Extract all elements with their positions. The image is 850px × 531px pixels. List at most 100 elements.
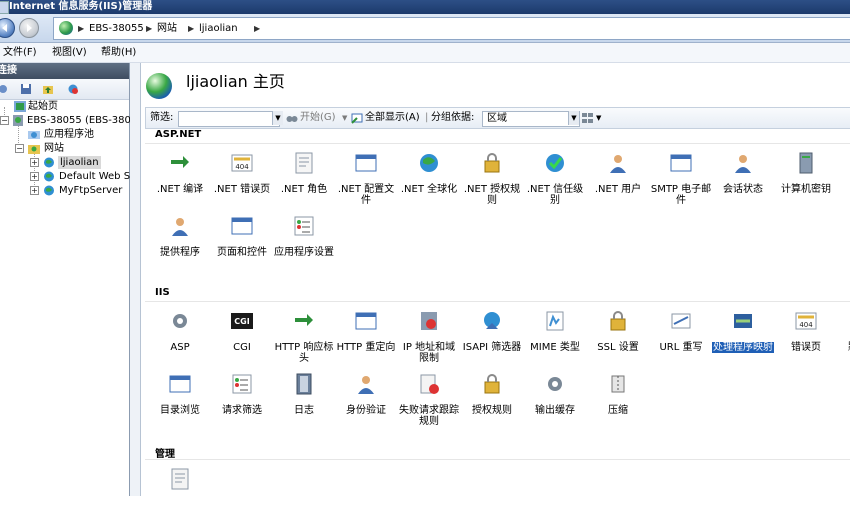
tree-item-ljiaolian[interactable]: + ljiaolian (0, 156, 129, 169)
feature-item[interactable]: .NET 授权规则 (461, 151, 523, 215)
filter-input[interactable] (178, 111, 280, 127)
feature-item[interactable]: 处理程序映射 (712, 309, 774, 373)
feature-item[interactable]: .NET 信任级别 (524, 151, 586, 215)
show-all-button[interactable]: 全部显示(A) (365, 108, 420, 128)
feature-item[interactable]: .NET 全球化 (398, 151, 460, 215)
feature-item[interactable]: SMTP 电子邮件 (650, 151, 712, 215)
start-dropdown-icon[interactable]: ▼ (342, 108, 347, 128)
section-divider (145, 459, 850, 460)
feature-item[interactable]: IP 地址和域限制 (398, 309, 460, 373)
menu-view[interactable]: 视图(V) (52, 43, 87, 62)
group-by-select[interactable]: 区域 (482, 111, 580, 127)
panel-splitter[interactable] (130, 63, 141, 496)
feature-item[interactable]: 失败请求跟踪规则 (398, 372, 460, 436)
collapse-icon[interactable]: − (15, 144, 24, 153)
feature-item[interactable]: 会话状态 (712, 151, 774, 215)
http-headers-icon (295, 314, 313, 326)
group-by-dropdown[interactable]: ▼ (568, 111, 579, 125)
feature-label: 连 (837, 184, 850, 195)
feature-item[interactable]: 身份验证 (335, 372, 397, 436)
tree-item-server[interactable]: − EBS-38055 (EBS-38055 (0, 114, 144, 127)
feature-item[interactable]: .NET 用户 (587, 151, 649, 215)
isapi-filters-icon (484, 312, 500, 329)
menu-file[interactable]: 文件(F) (3, 43, 37, 62)
collapse-icon[interactable]: − (0, 116, 9, 125)
expand-icon[interactable]: + (30, 186, 39, 195)
feature-item[interactable]: SSL 设置 (587, 309, 649, 373)
feature-item[interactable]: 日志 (273, 372, 335, 436)
feature-label: 提供程序 (160, 247, 200, 258)
breadcrumb-server[interactable]: EBS-38055 (89, 18, 144, 39)
feature-label: 目录浏览 (160, 405, 200, 416)
mime-types-icon (546, 311, 564, 331)
breadcrumb-site[interactable]: ljiaolian (199, 18, 238, 39)
feature-item[interactable]: .NET 配置文件 (335, 151, 397, 215)
expand-icon[interactable]: + (30, 158, 39, 167)
feature-item[interactable]: ASP (149, 309, 211, 373)
globe-icon (59, 21, 73, 35)
menu-help[interactable]: 帮助(H) (101, 43, 136, 62)
feature-item[interactable]: 压缩 (587, 372, 649, 436)
feature-item[interactable]: HTTP 重定向 (335, 309, 397, 373)
up-folder-icon[interactable] (42, 83, 54, 95)
connections-toolbar (0, 79, 129, 100)
server-icon (13, 115, 23, 126)
features-view: ljiaolian 主页 筛选: ▼ 开始(G) ▼ 全部显示(A) | 分组依… (141, 63, 850, 496)
feature-item[interactable]: 提供程序 (149, 214, 211, 278)
asp-icon (173, 314, 187, 328)
feature-item[interactable]: .NET 编译 (149, 151, 211, 215)
feature-management-partial[interactable] (149, 467, 211, 531)
chevron-right-icon: ▶ (78, 24, 85, 33)
view-mode-dropdown-icon[interactable]: ▼ (596, 108, 601, 128)
tree-item-label: MyFtpServer (59, 185, 123, 196)
feature-item[interactable]: MIME 类型 (524, 309, 586, 373)
feature-label: .NET 错误页 (213, 184, 271, 195)
save-icon[interactable] (20, 83, 32, 95)
tree-item-ftp-server[interactable]: + MyFtpServer (0, 184, 129, 197)
connect-icon[interactable] (0, 83, 9, 95)
feature-label: .NET 全球化 (400, 184, 458, 195)
feature-item[interactable]: 授权规则 (461, 372, 523, 436)
connections-header: 连接 (0, 63, 129, 79)
feature-label: SMTP 电子邮件 (650, 184, 712, 206)
forward-button[interactable] (19, 18, 39, 38)
feature-item[interactable]: 计算机密钥 (775, 151, 837, 215)
feature-label: ASP (170, 342, 190, 353)
logging-icon (296, 373, 312, 395)
feature-item[interactable]: 应用程序设置 (273, 214, 335, 278)
start-button[interactable]: 开始(G) (300, 108, 336, 128)
chevron-right-icon: ▶ (188, 24, 195, 33)
feature-item[interactable]: CGI CGI (211, 309, 273, 373)
feature-item[interactable]: 目录浏览 (149, 372, 211, 436)
tree-item-label: ljiaolian (58, 156, 101, 169)
breadcrumb[interactable]: ▶ EBS-38055 ▶ 网站 ▶ ljiaolian ▶ (53, 17, 850, 40)
feature-item[interactable]: 页面和控件 (211, 214, 273, 278)
feature-item[interactable]: 输出缓存 (524, 372, 586, 436)
feature-item[interactable]: 404 错误页 (775, 309, 837, 373)
tree-item-app-pools[interactable]: 应用程序池 (0, 128, 129, 141)
feature-item[interactable]: 404 .NET 错误页 (211, 151, 273, 215)
address-bar: ▶ EBS-38055 ▶ 网站 ▶ ljiaolian ▶ (0, 14, 850, 43)
tree-item-sites[interactable]: − 网站 (0, 142, 129, 155)
tree-item-start-page[interactable]: 起始页 (0, 100, 129, 113)
feature-item[interactable]: 连 (837, 151, 850, 215)
chevron-right-icon: ▶ (254, 24, 261, 33)
filter-dropdown[interactable]: ▼ (272, 111, 283, 125)
breadcrumb-sites[interactable]: 网站 (157, 18, 177, 39)
feature-item[interactable]: ISAPI 筛选器 (461, 309, 523, 373)
compression-icon (611, 375, 625, 393)
feature-item[interactable]: 请求筛选 (211, 372, 273, 436)
tree-item-default-web-site[interactable]: + Default Web S: (0, 170, 133, 183)
ssl-lock-icon (610, 311, 626, 331)
tree-item-label: Default Web S: (59, 171, 134, 182)
separator: | (425, 112, 429, 123)
view-mode-icon[interactable] (582, 112, 594, 124)
expand-icon[interactable]: + (30, 172, 39, 181)
feature-item[interactable]: HTTP 响应标头 (273, 309, 335, 373)
feature-item[interactable]: 默认文档 (837, 309, 850, 373)
refresh-icon[interactable] (67, 83, 79, 95)
feature-item[interactable]: .NET 角色 (273, 151, 335, 215)
feature-item[interactable]: URL 重写 (650, 309, 712, 373)
back-button[interactable] (0, 18, 15, 38)
feature-label: 应用程序设置 (274, 247, 334, 258)
